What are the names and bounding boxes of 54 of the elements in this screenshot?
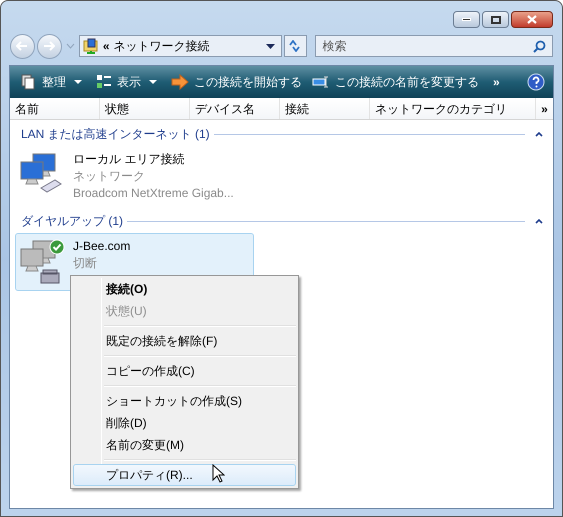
column-header[interactable]: 名前	[10, 98, 100, 119]
refresh-icon	[288, 40, 302, 52]
pages-icon	[21, 74, 37, 90]
search-input[interactable]: 検索	[322, 37, 533, 55]
forward-button[interactable]	[36, 34, 62, 58]
breadcrumb-path[interactable]: ネットワーク接続	[114, 37, 210, 55]
connection-detail: ネットワーク	[73, 168, 146, 185]
connection-detail: Broadcom NetXtreme Gigab...	[73, 185, 234, 202]
mouse-cursor-icon	[212, 464, 225, 484]
menu-item[interactable]: 名前の変更(M)	[73, 434, 296, 456]
menu-item[interactable]: 既定の接続を解除(F)	[73, 330, 296, 352]
column-header[interactable]: 接続	[280, 98, 370, 119]
close-button[interactable]	[511, 11, 553, 28]
column-overflow-button[interactable]: »	[536, 98, 553, 119]
caret-icon	[149, 80, 157, 84]
connection-item[interactable]: ローカル エリア接続 ネットワーク Broadcom NetXtreme Gigab...	[15, 146, 254, 206]
toolbar-button[interactable]: 表示	[93, 69, 164, 95]
breadcrumb-prefix: «	[102, 38, 110, 55]
search-icon	[533, 40, 546, 52]
back-button[interactable]	[10, 34, 35, 58]
column-header[interactable]: デバイス名	[190, 98, 280, 119]
back-icon	[16, 41, 28, 51]
connection-detail: 切断	[73, 255, 98, 272]
collapse-chevron-icon[interactable]	[535, 132, 543, 136]
column-header[interactable]: ネットワークのカテゴリ	[370, 98, 536, 119]
rename-icon	[312, 74, 330, 90]
menu-item[interactable]: ショートカットの作成(S)	[73, 390, 296, 412]
column-header[interactable]: 状態	[100, 98, 190, 119]
toolbar-button[interactable]: この接続の名前を変更する	[309, 69, 482, 95]
menu-item[interactable]: 削除(D)	[73, 412, 296, 434]
toolbar-overflow-button[interactable]: »	[488, 73, 505, 91]
connection-name: J-Bee.com	[73, 238, 130, 255]
toolbar-button[interactable]: 整理	[18, 69, 89, 95]
history-caret-icon	[66, 43, 75, 49]
menu-item[interactable]: コピーの作成(C)	[73, 360, 296, 382]
arrow-icon	[171, 74, 189, 90]
close-icon	[527, 15, 537, 24]
network-folder-icon	[82, 38, 99, 54]
help-icon[interactable]	[527, 73, 545, 91]
views-icon	[96, 74, 112, 90]
menu-item[interactable]: プロパティ(R)...	[73, 464, 296, 486]
forward-icon	[43, 41, 56, 51]
minimize-button[interactable]	[453, 11, 480, 28]
refresh-button[interactable]	[284, 35, 308, 57]
caret-icon	[74, 80, 82, 84]
connection-name: ローカル エリア接続	[73, 151, 186, 168]
collapse-chevron-icon[interactable]	[535, 218, 543, 224]
toolbar-button[interactable]: この接続を開始する	[168, 69, 305, 95]
search-field[interactable]: 検索	[315, 35, 553, 57]
dropdown-caret-icon[interactable]	[266, 44, 274, 48]
address-bar[interactable]: « ネットワーク接続	[78, 35, 282, 57]
maximize-button[interactable]	[482, 11, 509, 28]
group-heading[interactable]: ダイヤルアップ (1)	[21, 212, 123, 230]
group-heading[interactable]: LAN または高速インターネット (1)	[21, 125, 210, 143]
